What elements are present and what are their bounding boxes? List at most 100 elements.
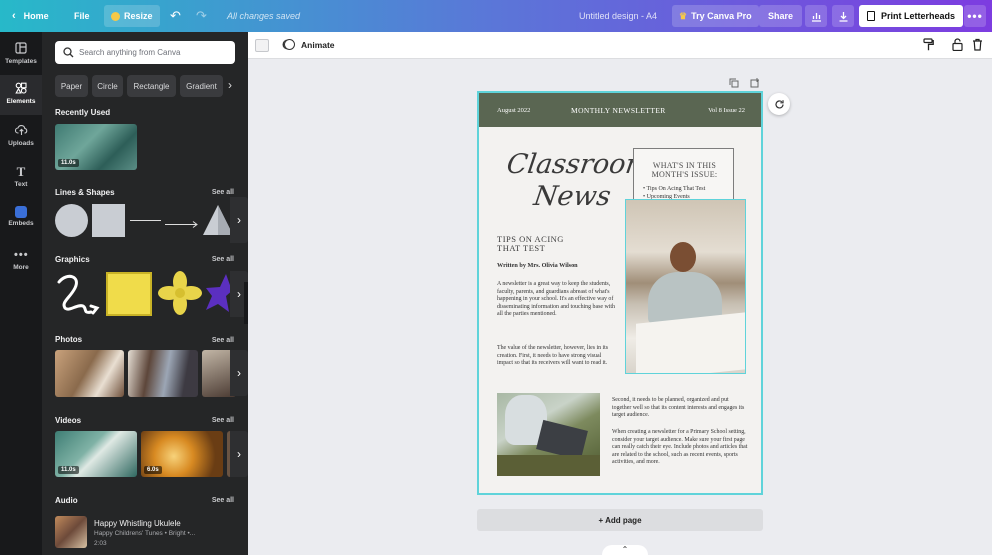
newsletter-date[interactable]: August 2022 <box>497 107 530 114</box>
undo-icon[interactable]: ↶ <box>170 0 181 32</box>
yellow-texture-graphic[interactable] <box>106 272 152 316</box>
photo-thumbnail-family-study[interactable] <box>55 350 124 397</box>
search-input[interactable]: Search anything from Canva <box>55 41 235 64</box>
duration-badge: 11.0s <box>58 466 79 474</box>
chevron-left-icon: ‹ <box>12 10 16 22</box>
square-shape[interactable] <box>92 204 125 237</box>
article-paragraph-3[interactable]: Second, it needs to be planned, organize… <box>612 397 748 420</box>
chip-rectangle[interactable]: Rectangle <box>127 75 176 97</box>
animate-icon <box>284 39 295 50</box>
newsletter-page[interactable]: August 2022 MONTHLY NEWSLETTER Vol 8 Iss… <box>477 91 763 495</box>
newsletter-header-title[interactable]: MONTHLY NEWSLETTER <box>571 106 666 115</box>
side-rail: Templates Elements Uploads T Text Embeds… <box>0 32 42 555</box>
rail-item-text[interactable]: T Text <box>0 165 42 199</box>
graphics-see-all[interactable]: See all <box>212 256 234 263</box>
rail-item-templates[interactable]: Templates <box>0 40 42 74</box>
issue-contents-title: WHAT'S IN THIS MONTH'S ISSUE: <box>651 161 718 179</box>
flower-graphic[interactable] <box>157 270 203 316</box>
animate-button[interactable]: Animate <box>284 39 335 50</box>
article-paragraph-1[interactable]: A newsletter is a great way to keep the … <box>497 281 615 319</box>
duration-badge: 6.0s <box>144 466 162 474</box>
photo-book <box>636 312 745 373</box>
insights-icon[interactable] <box>805 5 827 27</box>
audio-title: Audio <box>55 496 78 505</box>
rail-item-embeds[interactable]: Embeds <box>0 206 42 240</box>
photo-subject-head <box>670 242 696 272</box>
file-menu[interactable]: File <box>74 0 90 32</box>
rail-item-elements[interactable]: Elements <box>0 75 42 115</box>
videos-title: Videos <box>55 416 82 425</box>
save-status: All changes saved <box>227 11 301 21</box>
chip-paper[interactable]: Paper <box>55 75 88 97</box>
photos-next-icon[interactable]: › <box>230 350 248 396</box>
more-options-icon[interactable]: ••• <box>964 5 986 27</box>
add-page-button[interactable]: + Add page <box>477 509 763 531</box>
rail-item-more[interactable]: ••• More <box>0 248 42 282</box>
newsletter-header: August 2022 MONTHLY NEWSLETTER Vol 8 Iss… <box>479 93 761 127</box>
arrow-line-shape[interactable] <box>165 216 199 228</box>
crown-icon <box>111 11 120 21</box>
design-title[interactable]: Untitled design - A4 <box>579 0 657 32</box>
photo-thumbnail-group[interactable] <box>128 350 198 397</box>
issue-contents-item: • Tips On Acing That Test <box>643 186 706 192</box>
text-icon: T <box>16 164 26 179</box>
editor-toolbar: Animate <box>248 32 992 59</box>
embeds-icon <box>15 206 27 218</box>
shapes-next-icon[interactable]: › <box>230 197 248 243</box>
elements-panel: Search anything from Canva Paper Circle … <box>42 32 248 555</box>
recent-video-thumbnail[interactable]: 11.0s <box>55 124 137 170</box>
elements-icon <box>14 82 28 96</box>
redo-icon[interactable]: ↷ <box>196 0 207 32</box>
audio-track-title[interactable]: Happy Whistling Ukulele <box>94 519 181 528</box>
boy-writing-photo[interactable] <box>625 199 746 374</box>
trash-icon[interactable] <box>972 38 983 56</box>
resize-button[interactable]: Resize <box>104 5 160 27</box>
circle-shape[interactable] <box>55 204 88 237</box>
video-thumbnail-fire[interactable]: 6.0s <box>141 431 223 477</box>
upload-icon <box>14 124 28 138</box>
lines-shapes-see-all[interactable]: See all <box>212 189 234 196</box>
videos-next-icon[interactable]: › <box>230 431 248 477</box>
top-bar: ‹ Home File Resize ↶ ↷ All changes saved… <box>0 0 992 32</box>
chip-gradient[interactable]: Gradient <box>180 75 223 97</box>
audio-cover-thumbnail[interactable] <box>55 516 87 548</box>
templates-icon <box>14 42 28 56</box>
background-color-swatch[interactable] <box>255 39 269 52</box>
article-title[interactable]: TIPS ON ACING THAT TEST <box>497 235 585 253</box>
document-icon <box>867 11 875 21</box>
paint-roller-icon[interactable] <box>923 38 934 54</box>
refresh-icon[interactable] <box>768 93 790 115</box>
newsletter-issue[interactable]: Vol 8 Issue 22 <box>708 107 745 114</box>
crown-icon: ♛ <box>679 10 688 21</box>
search-icon <box>63 47 74 60</box>
print-letterheads-button[interactable]: Print Letterheads <box>859 5 964 27</box>
tablet-reading-photo[interactable] <box>497 393 600 476</box>
audio-track-duration: 2:03 <box>94 540 107 547</box>
rail-item-uploads[interactable]: Uploads <box>0 124 42 158</box>
article-byline[interactable]: Written by Mrs. Olivia Wilson <box>497 262 578 269</box>
photo-couch <box>497 455 600 476</box>
chip-circle[interactable]: Circle <box>92 75 123 97</box>
share-button[interactable]: Share <box>759 5 803 27</box>
photos-title: Photos <box>55 335 83 344</box>
try-pro-button[interactable]: ♛ Try Canva Pro <box>672 5 759 27</box>
videos-see-all[interactable]: See all <box>212 417 234 424</box>
photos-see-all[interactable]: See all <box>212 337 234 344</box>
line-shape[interactable] <box>130 220 161 221</box>
home-button[interactable]: ‹ Home <box>12 0 49 32</box>
lock-icon[interactable] <box>952 38 963 56</box>
recently-used-title: Recently Used <box>55 108 111 117</box>
chevron-up-icon[interactable]: ⌃ <box>602 545 648 555</box>
audio-track-meta: Happy Childrens' Tunes • Bright •... <box>94 530 196 537</box>
graphics-title: Graphics <box>55 255 90 264</box>
audio-see-all[interactable]: See all <box>212 497 234 504</box>
article-paragraph-2[interactable]: The value of the newsletter, however, li… <box>497 345 615 368</box>
lines-shapes-title: Lines & Shapes <box>55 188 115 197</box>
script-title-line1[interactable]: Classroom <box>505 149 653 180</box>
script-title-line2[interactable]: News <box>532 181 613 212</box>
chevron-right-icon[interactable]: › <box>228 78 232 92</box>
video-thumbnail-water[interactable]: 11.0s <box>55 431 137 477</box>
article-paragraph-4[interactable]: When creating a newsletter for a Primary… <box>612 429 748 467</box>
download-icon[interactable] <box>832 5 854 27</box>
scribble-graphic[interactable] <box>55 272 101 316</box>
